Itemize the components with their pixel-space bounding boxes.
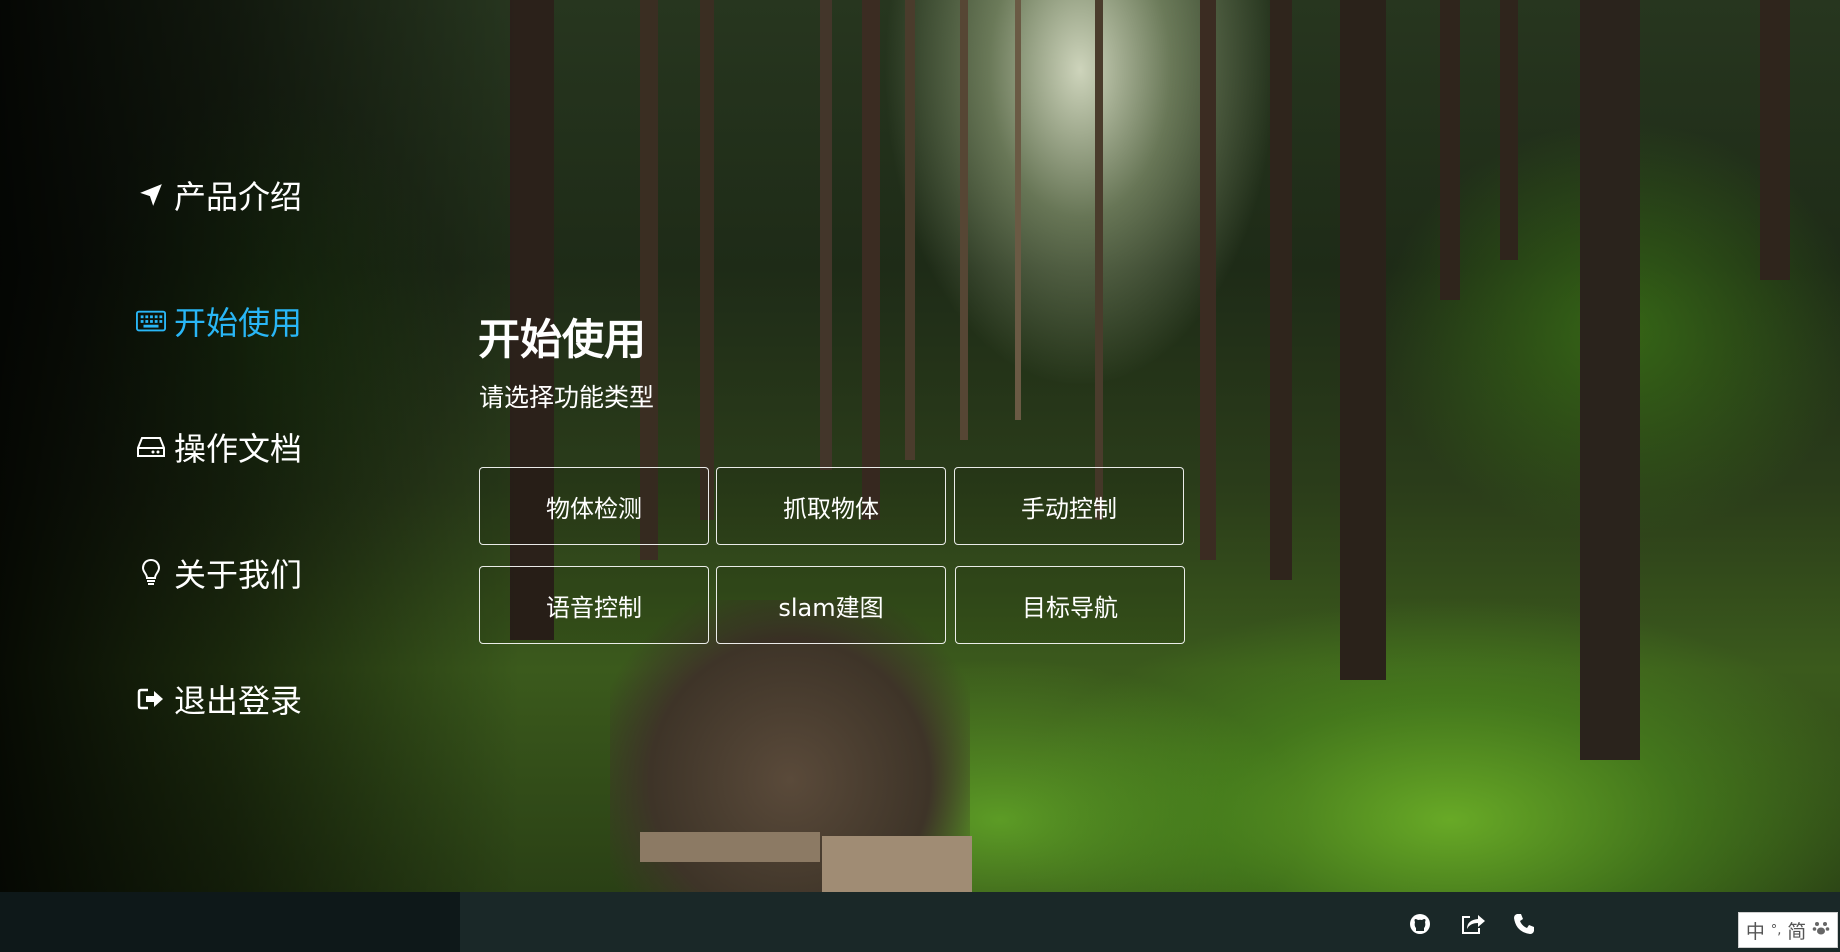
- slam-mapping-button[interactable]: slam建图: [716, 566, 946, 644]
- tree-trunk: [1580, 0, 1640, 760]
- ime-simplified-toggle[interactable]: 简: [1787, 917, 1806, 944]
- github-icon[interactable]: [1408, 912, 1432, 936]
- wood-plank: [822, 836, 972, 892]
- paw-icon[interactable]: [1812, 919, 1830, 942]
- tree-trunk: [1270, 0, 1292, 580]
- sidebar-item-product-intro[interactable]: 产品介绍: [136, 172, 302, 218]
- tree-trunk: [700, 0, 714, 520]
- tree-trunk: [905, 0, 915, 460]
- sign-out-icon: [136, 684, 166, 714]
- ime-language-toggle[interactable]: 中: [1746, 917, 1765, 944]
- sidebar-item-label: 操作文档: [174, 430, 303, 468]
- sidebar-item-docs[interactable]: 操作文档: [136, 424, 302, 470]
- grab-object-button[interactable]: 抓取物体: [716, 467, 946, 545]
- tree-trunk: [862, 0, 880, 520]
- sidebar-item-label: 退出登录: [174, 682, 303, 720]
- keyboard-icon: [136, 306, 166, 336]
- tree-trunk: [1440, 0, 1460, 300]
- sidebar-item-logout[interactable]: 退出登录: [136, 676, 302, 722]
- sidebar-item-label: 开始使用: [174, 304, 303, 342]
- sidebar-item-label: 关于我们: [174, 556, 303, 594]
- footer-left: [0, 892, 460, 952]
- object-detection-button[interactable]: 物体检测: [479, 467, 709, 545]
- page-title: 开始使用: [478, 315, 647, 364]
- location-arrow-icon: [136, 180, 166, 210]
- tree-trunk: [1095, 0, 1103, 520]
- sidebar-nav: 产品介绍 开始使用 操作文档 关于我们 退出登录: [0, 0, 460, 892]
- lightbulb-icon: [136, 558, 166, 588]
- sidebar-item-label: 产品介绍: [174, 178, 303, 216]
- wood-plank: [640, 832, 820, 862]
- share-icon[interactable]: [1460, 912, 1485, 936]
- manual-control-button[interactable]: 手动控制: [954, 467, 1184, 545]
- footer-bar: [460, 892, 1840, 952]
- voice-control-button[interactable]: 语音控制: [479, 566, 709, 644]
- tree-trunk: [1760, 0, 1790, 280]
- tree-trunk: [820, 0, 832, 470]
- tree-trunk: [1340, 0, 1386, 680]
- tree-trunk: [1015, 0, 1021, 420]
- sidebar-item-get-started[interactable]: 开始使用: [136, 298, 302, 344]
- page-subtitle: 请选择功能类型: [479, 383, 655, 412]
- target-navigation-button[interactable]: 目标导航: [955, 566, 1185, 644]
- ime-punctuation-toggle[interactable]: °,: [1771, 923, 1782, 938]
- tree-trunk: [1200, 0, 1216, 560]
- ime-toolbar[interactable]: 中 °, 简: [1738, 912, 1838, 948]
- tree-trunk: [960, 0, 968, 440]
- tree-trunk: [1500, 0, 1518, 260]
- phone-icon[interactable]: [1512, 912, 1536, 936]
- hdd-icon: [136, 432, 166, 462]
- sidebar-item-about[interactable]: 关于我们: [136, 550, 302, 596]
